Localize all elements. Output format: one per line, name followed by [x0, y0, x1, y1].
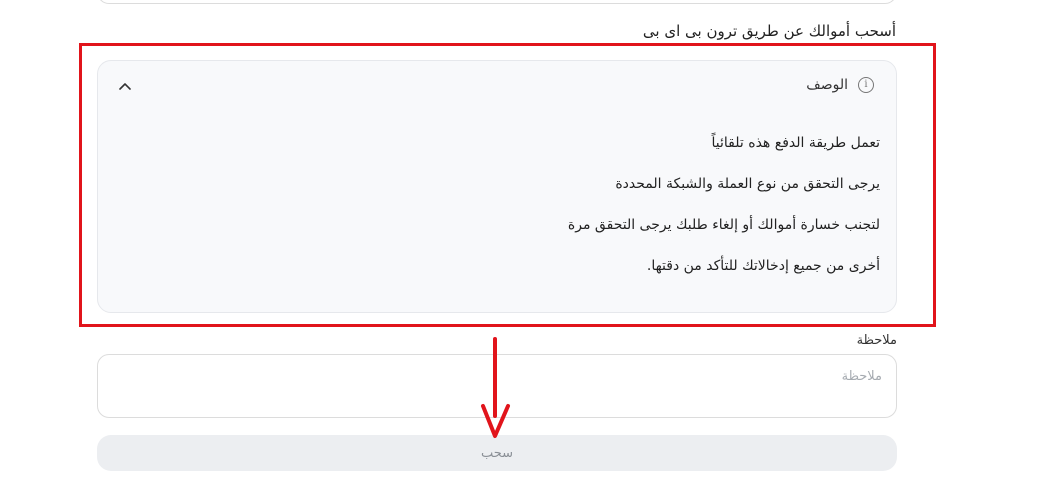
description-header[interactable]: i الوصف — [806, 77, 874, 93]
description-line: يرجى التحقق من نوع العملة والشبكة المحدد… — [615, 176, 880, 192]
description-line: أخرى من جميع إدخالاتك للتأكد من دقتها. — [646, 258, 880, 274]
description-card: i الوصف تعمل طريقة الدفع هذه تلقائياً ير… — [97, 60, 897, 313]
chevron-up-icon[interactable] — [118, 79, 132, 93]
description-label: الوصف — [806, 77, 848, 93]
description-text: تعمل طريقة الدفع هذه تلقائياً يرجى التحق… — [568, 133, 880, 277]
previous-input-field[interactable] — [97, 0, 897, 4]
withdraw-button[interactable]: سحب — [97, 435, 897, 471]
note-label: ملاحظة — [856, 333, 897, 348]
description-line: لتجنب خسارة أموالك أو إلغاء طلبك يرجى ال… — [567, 217, 880, 233]
section-title: أسحب أموالك عن طريق ترون بی ای بی — [642, 22, 896, 40]
note-field[interactable] — [97, 354, 897, 418]
info-icon: i — [858, 77, 874, 93]
description-line: تعمل طريقة الدفع هذه تلقائياً — [711, 135, 880, 151]
